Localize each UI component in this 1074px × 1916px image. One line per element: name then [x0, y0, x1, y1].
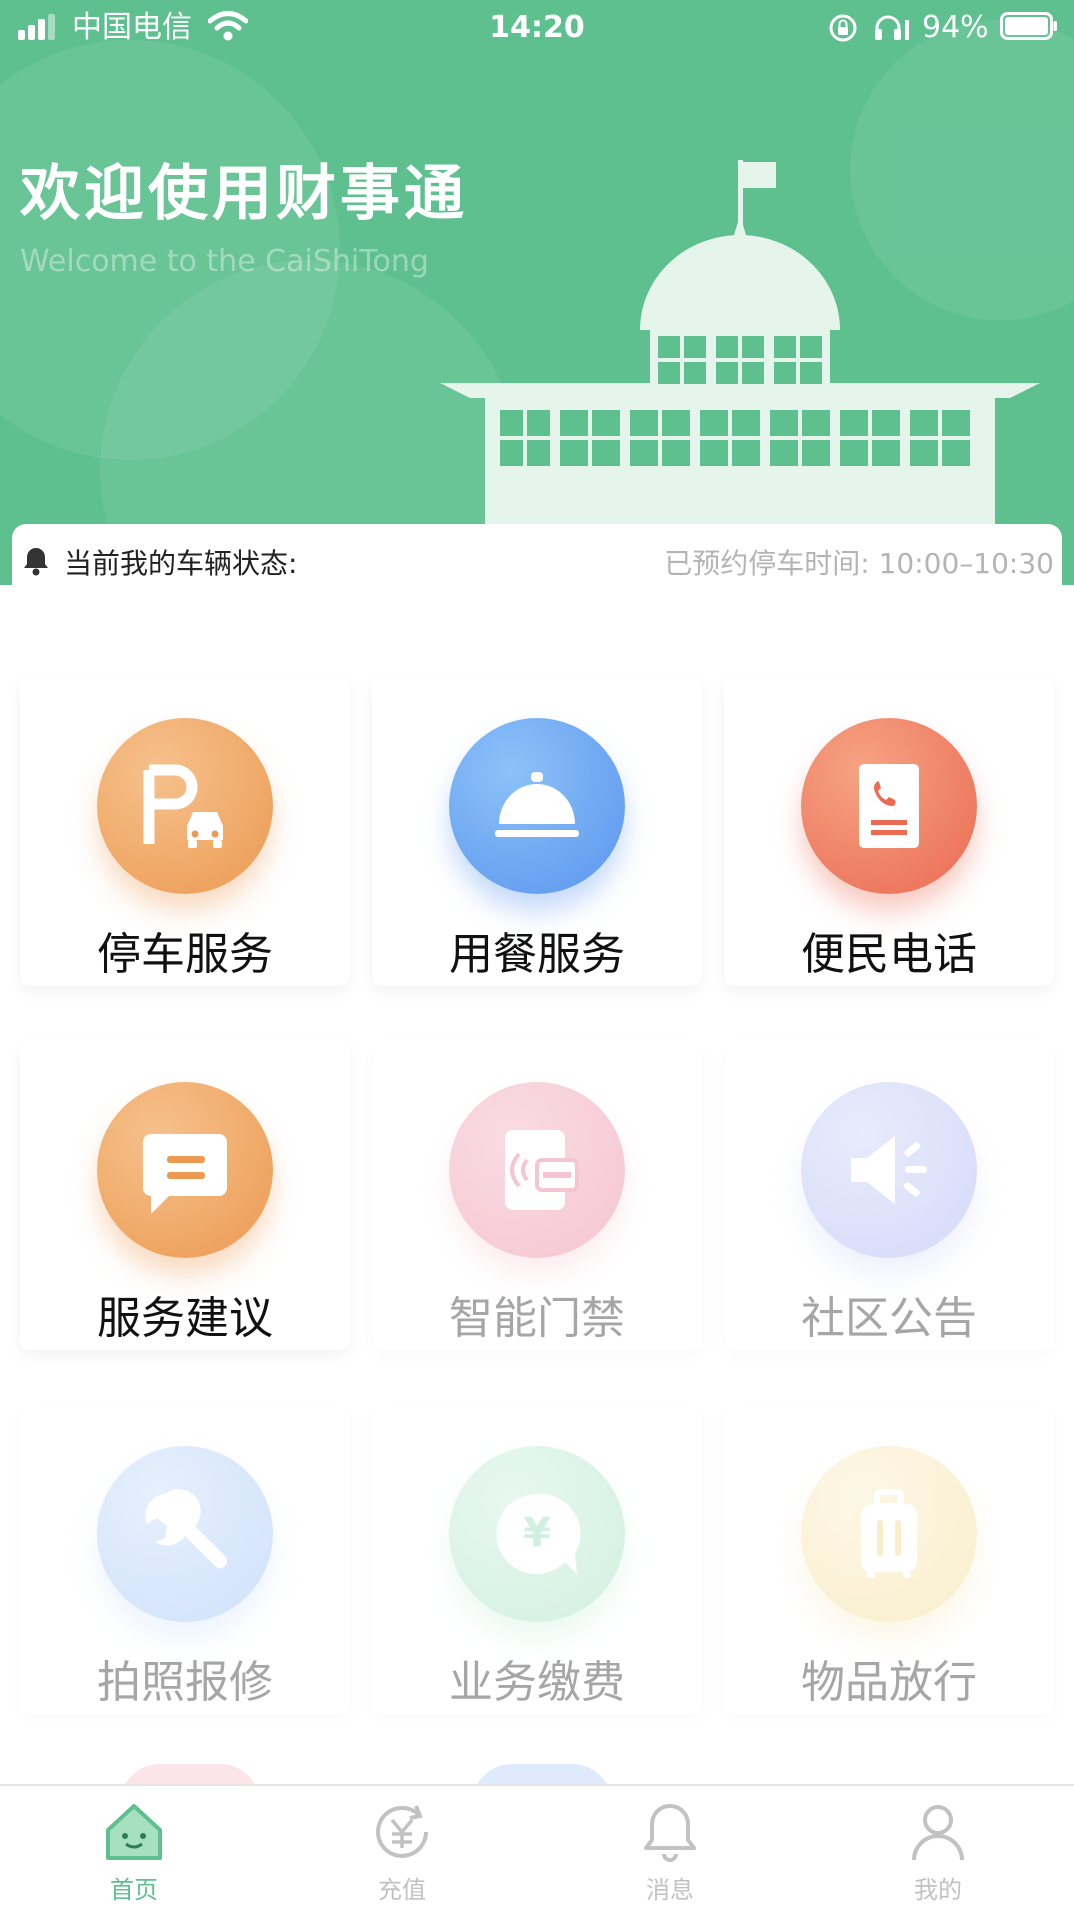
profile-icon [912, 1805, 964, 1861]
chat-icon [97, 1082, 273, 1258]
welcome-title: 欢迎使用财事通 [20, 159, 468, 229]
service-tile-dining[interactable]: 用餐服务 [372, 676, 702, 986]
bell-icon [24, 548, 48, 576]
announcement-icon [801, 1082, 977, 1258]
service-tile-parking[interactable]: 停车服务 [20, 676, 350, 986]
parking-icon [97, 718, 273, 894]
clock-time: 14:20 [489, 10, 585, 45]
bottom-tab-bar: 首页 充值 消息 我的 [0, 1784, 1074, 1916]
tab-recharge[interactable]: 充值 [322, 1800, 482, 1910]
service-tile-payment[interactable]: ¥ 业务缴费 [372, 1404, 702, 1714]
tab-label: 我的 [914, 1876, 962, 1904]
tab-label: 首页 [110, 1876, 158, 1904]
orientation-lock-icon [829, 14, 857, 42]
service-tile-suggestion[interactable]: 服务建议 [20, 1040, 350, 1350]
service-tile-repair[interactable]: 拍照报修 [20, 1404, 350, 1714]
welcome-subtitle: Welcome to the CaiShiTong [20, 244, 429, 279]
service-tile-announcement[interactable]: 社区公告 [724, 1040, 1054, 1350]
service-label: 停车服务 [97, 929, 273, 980]
access-card-icon [449, 1082, 625, 1258]
service-tile-release[interactable]: 物品放行 [724, 1404, 1054, 1714]
tab-home[interactable]: 首页 [54, 1800, 214, 1910]
dining-cloche-icon [449, 718, 625, 894]
payment-icon: ¥ [449, 1446, 625, 1622]
tab-label: 消息 [646, 1876, 694, 1904]
phone-book-icon [801, 718, 977, 894]
capitol-building-illustration [440, 160, 1040, 530]
header-banner: 中国电信 14:20 94% 欢迎使用财事通 Welcome to the Ca… [0, 0, 1074, 585]
svg-text:¥: ¥ [523, 1510, 551, 1556]
headphone-icon [875, 15, 909, 40]
service-label: 用餐服务 [449, 929, 625, 980]
service-tile-phone[interactable]: 便民电话 [724, 676, 1054, 986]
tab-messages[interactable]: 消息 [590, 1800, 750, 1910]
home-icon [106, 1804, 162, 1860]
services-card: 当前我的车辆状态: 已预约停车时间: 10:00–10:30 停车服务 用餐服务 [12, 524, 1062, 1804]
reservation-time: 已预约停车时间: 10:00–10:30 [664, 547, 1054, 580]
status-bar: 中国电信 14:20 94% [0, 0, 1074, 56]
service-label: 智能门禁 [449, 1293, 625, 1344]
luggage-icon [801, 1446, 977, 1622]
tab-profile[interactable]: 我的 [858, 1800, 1018, 1910]
vehicle-status-label: 当前我的车辆状态: [64, 547, 298, 580]
service-label: 服务建议 [97, 1293, 273, 1344]
bell-icon [644, 1804, 696, 1862]
service-label: 便民电话 [801, 929, 977, 980]
service-label: 社区公告 [801, 1293, 977, 1344]
service-tile-access[interactable]: 智能门禁 [372, 1040, 702, 1350]
service-label: 拍照报修 [97, 1657, 273, 1708]
battery-percent: 94% [922, 10, 989, 45]
recharge-icon [376, 1805, 428, 1858]
wrench-icon [97, 1446, 273, 1622]
battery-icon [1000, 12, 1057, 40]
vehicle-status-row: 当前我的车辆状态: 已预约停车时间: 10:00–10:30 [12, 524, 1062, 596]
service-label: 物品放行 [801, 1657, 977, 1708]
service-label: 业务缴费 [449, 1657, 625, 1708]
tab-label: 充值 [378, 1876, 426, 1904]
